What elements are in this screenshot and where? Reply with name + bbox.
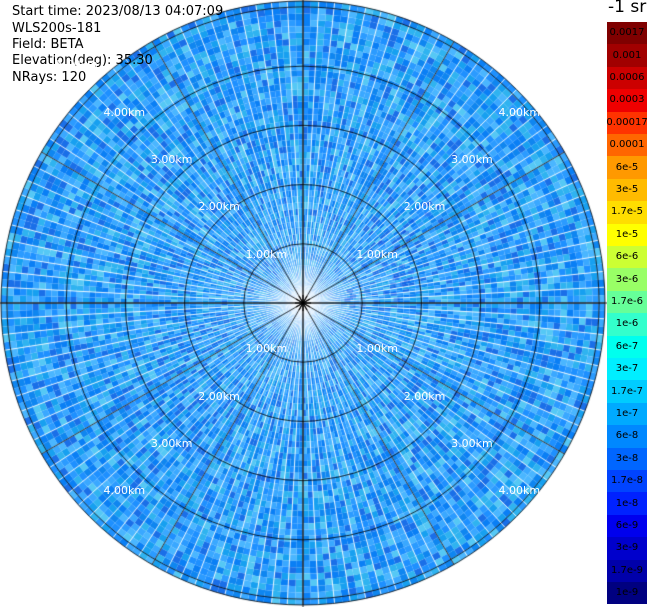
colorbar-label: 0.0017 [609,27,645,39]
colorbar-label: 1e-8 [615,497,639,509]
range-ring-label: 3.00km [451,152,493,166]
range-ring-label: 3.00km [150,437,193,451]
colorbar-label: 0.0001 [609,139,645,151]
range-ring-label: 1.00km [356,342,398,356]
colorbar-swatch: 1.7e-8 [607,470,647,493]
range-ring-label: 1.00km [245,247,288,261]
colorbar-label: 0.0003 [609,94,645,106]
range-ring-label: 5.00km [56,531,98,545]
colorbar-label: 1.7e-7 [610,385,644,397]
range-ring-label: 5.00km [545,531,588,545]
colorbar-swatch: 0.0001 [607,134,647,157]
range-ring-label: 1.00km [245,342,288,356]
range-ring-label: 2.00km [403,200,446,214]
colorbar-swatch: 0.0003 [607,89,647,112]
range-ring-label: 2.00km [403,389,446,403]
colorbar-swatch: 6e-8 [607,425,647,448]
colorbar-label: 3e-9 [615,542,639,554]
range-ring-label: 5.00km [545,58,588,72]
colorbar-swatch: 1e-6 [607,313,647,336]
range-ring-label: 5.00km [56,58,98,72]
colorbar-label: 6e-6 [615,251,639,263]
colorbar-swatch: 0.001 [607,44,647,67]
colorbar-swatch: 3e-6 [607,268,647,291]
colorbar-swatch: 1e-9 [607,582,647,605]
colorbar-swatch: 0.0017 [607,22,647,45]
colorbar-swatch: 6e-5 [607,156,647,179]
colorbar-swatch: 0.00017 [606,111,647,134]
colorbar-swatch: 1.7e-9 [607,559,647,582]
colorbar-label: 3e-6 [615,273,639,285]
colorbar-swatch: 1e-8 [607,492,647,515]
range-ring-label: 2.00km [198,200,240,214]
colorbar-swatch: 3e-5 [607,178,647,202]
colorbar-label: 1.7e-8 [610,475,644,487]
nrays-label: NRays: 120 [12,70,87,85]
range-ring-label: 3.00km [451,437,493,451]
colorbar-label: 1.7e-5 [610,206,644,218]
colorbar-swatch: 3e-8 [607,447,647,470]
colorbar-units: -1 sr [608,0,647,17]
range-ring-label: 4.00km [103,105,146,119]
colorbar-label: 1.7e-6 [610,295,644,307]
range-ring-label: 3.00km [150,152,193,166]
start-time-label: Start time: 2023/08/13 04:07:09 [12,4,224,19]
colorbar-label: 6e-7 [615,340,639,352]
colorbar-label: 6e-5 [615,161,639,173]
range-ring-label: 1.00km [356,247,398,261]
colorbar-swatch: 6e-9 [607,514,647,538]
ppi-scan-canvas [0,0,607,607]
colorbar-swatch: 6e-7 [607,335,647,358]
field-label: Field: BETA [12,37,84,52]
range-ring-label: 4.00km [498,105,541,119]
colorbar-swatch: 1.7e-5 [607,201,647,224]
colorbar-label: 0.001 [612,49,642,61]
colorbar-label: 1e-7 [615,407,639,419]
colorbar-label: 3e-5 [615,183,639,195]
range-ring-label: 4.00km [498,484,541,498]
colorbar-label: 6e-9 [615,519,639,531]
colorbar-swatch: 1e-7 [607,402,647,426]
colorbar-label: 1e-5 [615,228,639,240]
range-ring-label: 4.00km [103,484,146,498]
range-ring-label: 2.00km [198,389,240,403]
instrument-label: WLS200s-181 [12,21,102,36]
colorbar-swatch: 3e-7 [607,358,647,381]
colorbar-swatch: 6e-6 [607,246,647,269]
colorbar-label: 1.7e-9 [610,564,644,576]
colorbar-swatch: 1.7e-7 [607,380,647,403]
colorbar-label: 6e-8 [615,430,639,442]
colorbar-swatch: 0.0006 [607,66,647,90]
colorbar-swatch: 1e-5 [607,223,647,246]
colorbar-swatch: 3e-9 [607,537,647,560]
colorbar-label: 1e-6 [615,318,639,330]
colorbar-label: 0.00017 [606,116,647,128]
colorbar-label: 1e-9 [615,587,639,599]
colorbar-label: 0.0006 [609,71,645,83]
colorbar-label: 3e-8 [615,452,639,464]
colorbar-swatch: 1.7e-6 [607,290,647,314]
colorbar-label: 3e-7 [615,363,639,375]
